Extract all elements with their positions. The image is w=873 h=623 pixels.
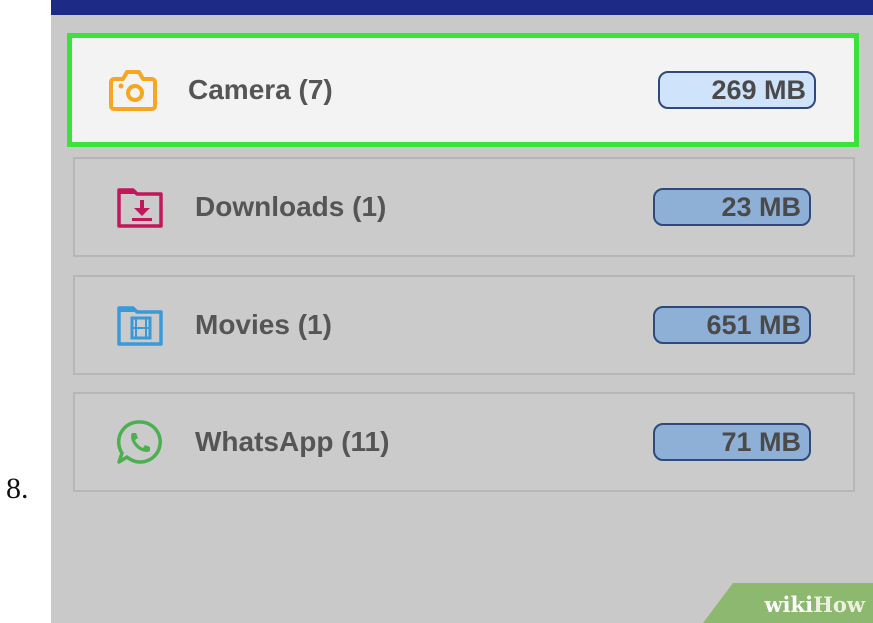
folder-size-badge: 651 MB	[653, 306, 811, 344]
folder-name: Downloads (1)	[195, 191, 387, 222]
watermark-how: How	[813, 592, 865, 617]
download-folder-icon	[115, 184, 165, 230]
folder-row-camera[interactable]: Camera (7) 269 MB	[67, 33, 859, 147]
whatsapp-icon	[115, 419, 165, 465]
watermark-wiki: wiki	[764, 592, 814, 617]
folder-row-movies[interactable]: Movies (1) 651 MB	[73, 275, 855, 375]
top-bar	[51, 0, 873, 15]
wikihow-watermark: wikiHow	[703, 583, 873, 623]
folder-row-whatsapp[interactable]: WhatsApp (11) 71 MB	[73, 392, 855, 492]
folder-name: Camera (7)	[188, 74, 333, 105]
folder-row-downloads[interactable]: Downloads (1) 23 MB	[73, 157, 855, 257]
step-number: 8.	[6, 472, 29, 505]
folder-size-badge: 71 MB	[653, 423, 811, 461]
camera-icon	[108, 67, 158, 113]
folder-name: Movies (1)	[195, 309, 332, 340]
movie-folder-icon	[115, 302, 165, 348]
folder-name: WhatsApp (11)	[195, 426, 390, 457]
phone-screen: Camera (7) 269 MB Downloads (1) 23 MB Mo…	[51, 0, 873, 623]
folder-size-badge: 269 MB	[658, 71, 816, 109]
folder-size-badge: 23 MB	[653, 188, 811, 226]
